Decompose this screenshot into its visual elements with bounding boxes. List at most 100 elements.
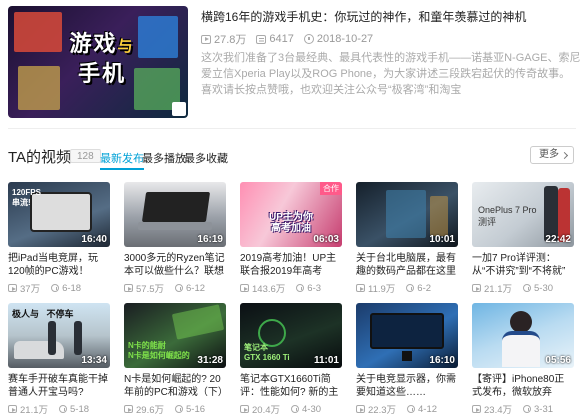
video-card[interactable]: OnePlus 7 Pro 测评 22:42 一加7 Pro详评测：从“不讲究”… (472, 182, 574, 295)
thumb-gpu (171, 304, 225, 340)
video-views: 29.6万 (136, 405, 164, 416)
thumb-text: UP主为你 高考加油 (269, 212, 313, 234)
play-count-icon (356, 405, 365, 413)
danmaku-icon (256, 34, 267, 44)
clock-icon (291, 405, 299, 413)
play-count-icon (124, 284, 133, 292)
video-duration: 31:28 (197, 355, 223, 366)
play-count-icon (472, 405, 481, 413)
video-card[interactable]: 极人与 不停车 13:34 赛车手开破车真能干掉普通人开宝马吗? 21.1万 5… (8, 303, 110, 416)
video-title[interactable]: 一加7 Pro详评测：从“不讲究”到“不将就” (472, 252, 574, 278)
featured-thumbnail[interactable]: 游戏与 手机 (8, 6, 188, 118)
video-thumbnail[interactable]: 合作 UP主为你 高考加油 06:03 (240, 182, 342, 247)
video-title[interactable]: 关于台北电脑展，最有趣的数码产品都在这里了…… (356, 252, 458, 278)
more-button[interactable]: 更多 (530, 146, 574, 164)
video-card[interactable]: 笔记本 GTX 1660 Ti 11:01 笔记本GTX1660Ti简评：性能如… (240, 303, 342, 416)
thumb-title: 游戏与 手机 (62, 30, 142, 87)
video-card[interactable]: 16:10 关于电竞显示器，你需要知道这些…… 22.3万 4-12 (356, 303, 458, 416)
video-card[interactable]: 05:56 【寄评】iPhone80正式发布，微软放弃WIN10系统 23.4万… (472, 303, 574, 416)
clock-icon (407, 405, 415, 413)
video-duration: 05:56 (545, 355, 571, 366)
thumb-title-line2: 手机 (77, 61, 126, 86)
clock-icon (175, 284, 183, 292)
video-card[interactable]: N卡的能耐 N卡是如何崛起的 31:28 N卡是如何崛起的? 20年前的PC和游… (124, 303, 226, 416)
video-thumbnail[interactable]: OnePlus 7 Pro 测评 22:42 (472, 182, 574, 247)
watch-later-icon[interactable] (172, 102, 186, 116)
divider (8, 128, 576, 129)
thumb-text: 120FPS 串流! (12, 188, 41, 207)
thumb-person-head (510, 311, 532, 333)
video-card[interactable]: 120FPS 串流! 16:40 把iPad当电竞屏，玩120帧的PC游戏！ 3… (8, 182, 110, 295)
thumb-panel (18, 66, 60, 110)
video-meta: 23.4万 3-31 (472, 402, 574, 416)
tab-most-played[interactable]: 最多播放 (142, 150, 186, 166)
video-views: 23.4万 (484, 405, 512, 416)
clock-icon (59, 405, 67, 413)
thumb-title-line1: 游戏 (69, 31, 118, 56)
video-duration: 11:01 (313, 355, 339, 366)
video-thumbnail[interactable]: 16:19 (124, 182, 226, 247)
video-thumbnail[interactable]: 10:01 (356, 182, 458, 247)
video-date: 5-16 (186, 403, 206, 415)
play-count-icon (240, 405, 249, 413)
video-date: 4-30 (302, 403, 322, 415)
video-section-header: TA的视频 128 最新发布 最多播放 最多收藏 更多 (8, 146, 578, 170)
thumb-person (48, 321, 56, 355)
video-title[interactable]: 关于电竞显示器，你需要知道这些…… (356, 373, 458, 399)
video-title[interactable]: 【寄评】iPhone80正式发布，微软放弃WIN10系统 (472, 373, 574, 399)
clock-icon (523, 284, 531, 292)
thumb-laptop-base (138, 222, 212, 230)
video-thumbnail[interactable]: N卡的能耐 N卡是如何崛起的 31:28 (124, 303, 226, 368)
video-card[interactable]: 16:19 3000多元的Ryzen笔记本可以做些什么？联想小新14 锐 57.… (124, 182, 226, 295)
video-count-badge: 128 (70, 149, 101, 163)
video-views: 21.1万 (484, 284, 512, 295)
video-duration: 13:34 (81, 355, 107, 366)
featured-views: 27.8万 (214, 34, 247, 46)
video-duration: 22:42 (545, 234, 571, 245)
video-title[interactable]: 把iPad当电竞屏，玩120帧的PC游戏！ (8, 252, 110, 278)
video-title[interactable]: 赛车手开破车真能干掉普通人开宝马吗? (8, 373, 110, 399)
more-button-label: 更多 (539, 149, 559, 160)
thumb-text: 笔记本 GTX 1660 Ti (244, 343, 290, 362)
thumb-car (14, 341, 64, 359)
video-card[interactable]: 10:01 关于台北电脑展，最有趣的数码产品都在这里了…… 11.9万 6-2 (356, 182, 458, 295)
video-meta: 21.1万 5-18 (8, 402, 110, 416)
video-meta: 21.1万 5-30 (472, 281, 574, 295)
clock-icon (523, 405, 531, 413)
video-title[interactable]: 3000多元的Ryzen笔记本可以做些什么？联想小新14 锐 (124, 252, 226, 278)
tab-latest[interactable]: 最新发布 (100, 150, 144, 170)
thumb-text: OnePlus 7 Pro 测评 (478, 205, 537, 227)
video-title[interactable]: 2019高考加油！UP主联合报2019年高考 (240, 252, 342, 278)
video-thumbnail[interactable]: 笔记本 GTX 1660 Ti 11:01 (240, 303, 342, 368)
video-thumbnail[interactable]: 120FPS 串流! 16:40 (8, 182, 110, 247)
video-thumbnail[interactable]: 极人与 不停车 13:34 (8, 303, 110, 368)
video-thumbnail[interactable]: 16:10 (356, 303, 458, 368)
clock-icon (296, 284, 305, 292)
section-title: TA的视频 (8, 149, 72, 166)
chevron-right-icon (560, 151, 569, 159)
featured-stats: 27.8万 6417 2018-10-27 (201, 31, 373, 47)
video-views: 22.3万 (368, 405, 396, 416)
video-views: 21.1万 (20, 405, 48, 416)
thumb-title-mid: 与 (117, 38, 135, 55)
video-views: 143.6万 (252, 284, 286, 295)
video-duration: 16:10 (429, 355, 455, 366)
play-count-icon (356, 284, 365, 292)
video-title[interactable]: 笔记本GTX1660Ti简评：性能如何? 新的主流游戏本诞生 (240, 373, 342, 399)
tab-most-favorited[interactable]: 最多收藏 (184, 150, 228, 166)
featured-title[interactable]: 横跨16年的游戏手机史：你玩过的神作，和童年羡慕过的神机 (201, 8, 526, 25)
video-views: 20.4万 (252, 405, 280, 416)
thumb-laptop (141, 192, 211, 222)
thumb-pc-case (430, 196, 448, 236)
video-card[interactable]: 合作 UP主为你 高考加油 06:03 2019高考加油！UP主联合报2019年… (240, 182, 342, 295)
play-count-icon (240, 284, 249, 292)
video-meta: 57.5万 6-12 (124, 281, 226, 295)
featured-video[interactable]: 游戏与 手机 横跨16年的游戏手机史：你玩过的神作，和童年羡慕过的神机 27.8… (8, 6, 580, 118)
video-thumbnail[interactable]: 05:56 (472, 303, 574, 368)
video-title[interactable]: N卡是如何崛起的? 20年前的PC和游戏（下） (124, 373, 226, 399)
video-duration: 06:03 (313, 234, 339, 245)
video-views: 11.9万 (368, 284, 396, 295)
video-date: 6-12 (186, 282, 206, 294)
video-meta: 11.9万 6-2 (356, 281, 458, 295)
thumb-person (74, 321, 82, 355)
